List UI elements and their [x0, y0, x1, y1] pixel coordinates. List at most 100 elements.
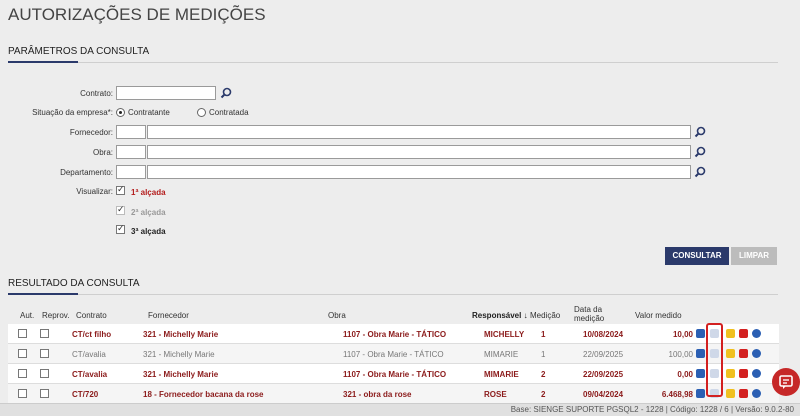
situacao-label: Situação da empresa*: [32, 108, 113, 117]
departamento-search-icon[interactable] [694, 166, 706, 178]
mail-icon[interactable] [726, 369, 735, 378]
chat-icon [779, 375, 793, 389]
table-row[interactable]: CT/720 18 - Fornecedor bacana da rose 321 … [8, 384, 779, 404]
departamento-name-input[interactable] [147, 165, 691, 179]
pdf-icon[interactable] [739, 349, 748, 358]
sort-desc-icon: ↓ [521, 311, 528, 320]
detail-icon[interactable] [696, 389, 705, 398]
col-aut: Aut. [20, 311, 35, 320]
contrato-label: Contrato: [80, 89, 113, 98]
consultar-button[interactable]: CONSULTAR [665, 247, 729, 265]
obra-search-icon[interactable] [694, 146, 706, 158]
mail-icon[interactable] [726, 329, 735, 338]
cell-obra: 1107 - Obra Marie - TÁTICO [343, 370, 447, 379]
alcada-3-checkbox[interactable] [116, 223, 125, 234]
col-data[interactable]: Data da medição [574, 305, 619, 323]
aut-checkbox[interactable] [18, 389, 27, 398]
cell-contrato: CT/720 [72, 390, 99, 399]
alcada-2-label: 2ª alçada [131, 208, 166, 217]
cell-valor: 10,00 [672, 330, 693, 339]
cell-obra: 321 - obra da rose [343, 390, 412, 399]
status-bar: Base: SIENGE SUPORTE PGSQL2 - 1228 | Cód… [0, 403, 800, 416]
params-divider [8, 62, 778, 63]
col-valor[interactable]: Valor medido [635, 311, 682, 320]
radio-contratante-label: Contratante [128, 108, 170, 118]
info-icon[interactable] [752, 329, 761, 338]
info-icon[interactable] [752, 389, 761, 398]
departamento-code-input[interactable] [116, 165, 146, 179]
cell-contrato: CT/ct filho [72, 330, 112, 339]
alcada-3-option[interactable]: 3ª alçada [116, 223, 166, 236]
table-row[interactable]: CT/avalia 321 - Michelly Marie 1107 - Obra… [8, 344, 779, 364]
contrato-search-icon[interactable] [220, 87, 232, 99]
mail-icon[interactable] [726, 349, 735, 358]
aut-checkbox[interactable] [18, 329, 27, 338]
cell-medicao: 1 [541, 330, 546, 339]
col-contrato[interactable]: Contrato [76, 311, 107, 320]
radio-contratada[interactable]: Contratada [197, 107, 249, 118]
aut-checkbox[interactable] [18, 349, 27, 358]
pdf-icon[interactable] [739, 389, 748, 398]
alcada-2-checkbox [116, 204, 125, 215]
mail-icon[interactable] [726, 389, 735, 398]
radio-contratante-icon[interactable] [116, 108, 125, 118]
info-icon[interactable] [752, 369, 761, 378]
fornecedor-name-input[interactable] [147, 125, 691, 139]
cell-contrato: CT/avalia [72, 350, 106, 359]
cell-responsavel: MIMARIE [484, 370, 519, 379]
fornecedor-label: Fornecedor: [69, 128, 113, 137]
cell-medicao: 2 [541, 390, 546, 399]
alcada-1-checkbox[interactable] [116, 184, 125, 195]
table-row[interactable]: CT/ct filho 321 - Michelly Marie 1107 - Ob… [8, 324, 779, 344]
alcada-2-option: 2ª alçada [116, 204, 166, 217]
info-icon[interactable] [752, 349, 761, 358]
obra-code-input[interactable] [116, 145, 146, 159]
obra-name-input[interactable] [147, 145, 691, 159]
cell-data: 09/04/2024 [583, 390, 624, 399]
col-reprov: Reprov. [42, 311, 70, 320]
params-underline [8, 61, 78, 63]
chat-help-button[interactable] [772, 368, 800, 396]
cell-medicao: 1 [541, 350, 546, 359]
col-responsavel[interactable]: Responsável ↓ [472, 311, 528, 320]
detail-icon[interactable] [696, 329, 705, 338]
page-title: AUTORIZAÇÕES DE MEDIÇÕES [8, 5, 266, 24]
cell-responsavel: MICHELLY [484, 330, 525, 339]
col-medicao[interactable]: Medição [530, 311, 560, 320]
cell-fornecedor: 321 - Michelly Marie [143, 330, 219, 339]
table-row[interactable]: CT/avalia 321 - Michelly Marie 1107 - Obra… [8, 364, 779, 384]
visualizar-label: Visualizar: [76, 187, 113, 196]
cell-responsavel: ROSE [484, 390, 507, 399]
cell-responsavel: MIMARIE [484, 350, 519, 359]
reprov-checkbox[interactable] [40, 329, 49, 338]
results-underline [8, 293, 78, 295]
obra-label: Obra: [92, 148, 113, 157]
fornecedor-search-icon[interactable] [694, 126, 706, 138]
alcada-3-label: 3ª alçada [131, 227, 166, 236]
cell-obra: 1107 - Obra Marie - TÁTICO [343, 350, 444, 359]
col-obra[interactable]: Obra [328, 311, 346, 320]
cell-valor: 0,00 [677, 370, 693, 379]
detail-icon[interactable] [696, 369, 705, 378]
fornecedor-code-input[interactable] [116, 125, 146, 139]
pdf-icon[interactable] [739, 329, 748, 338]
aut-checkbox[interactable] [18, 369, 27, 378]
detail-icon[interactable] [696, 349, 705, 358]
cell-data: 22/09/2025 [583, 370, 624, 379]
cell-fornecedor: 321 - Michelly Marie [143, 350, 215, 359]
limpar-button[interactable]: LIMPAR [731, 247, 777, 265]
status-text: Base: SIENGE SUPORTE PGSQL2 - 1228 | Cód… [510, 405, 794, 414]
radio-contratada-label: Contratada [209, 108, 249, 118]
reprov-checkbox[interactable] [40, 389, 49, 398]
radio-contratada-icon[interactable] [197, 108, 206, 118]
reprov-checkbox[interactable] [40, 369, 49, 378]
reprov-checkbox[interactable] [40, 349, 49, 358]
results-divider [8, 294, 778, 295]
col-fornecedor[interactable]: Fornecedor [148, 311, 189, 320]
cell-fornecedor: 18 - Fornecedor bacana da rose [143, 390, 264, 399]
alcada-1-label: 1ª alçada [131, 188, 166, 197]
radio-contratante[interactable]: Contratante [116, 107, 170, 118]
alcada-1-option[interactable]: 1ª alçada [116, 184, 166, 197]
pdf-icon[interactable] [739, 369, 748, 378]
contrato-input[interactable] [116, 86, 216, 100]
